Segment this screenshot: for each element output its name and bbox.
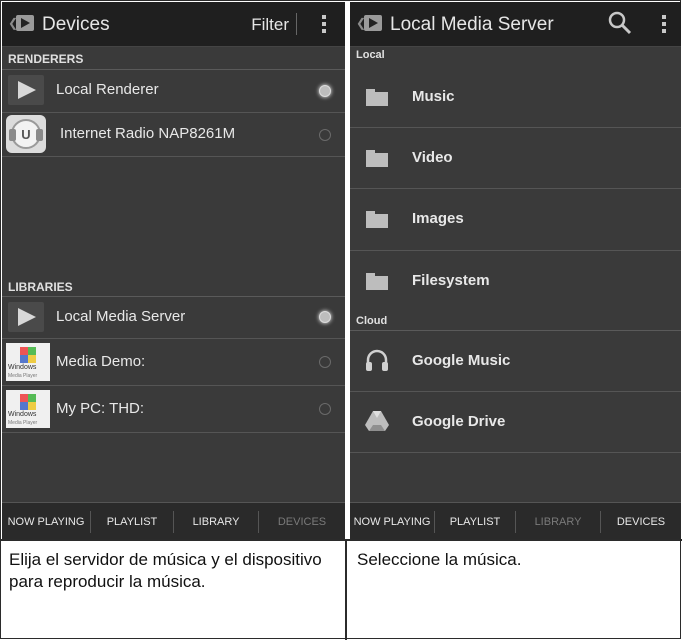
caption-divider [1,539,682,541]
headphones-icon [364,348,390,377]
devices-screen: ❮ Devices Filter RENDERERS Local Rendere… [2,2,345,540]
media-server-bottom-tab-bar: NOW PLAYING PLAYLIST LIBRARY DEVICES [350,502,681,540]
list-item-google-drive[interactable]: Google Drive [350,392,681,453]
library-row-media-demo[interactable]: Windows Media Player Media Demo: [2,339,345,386]
cloud-header: Cloud [356,315,388,327]
devices-action-bar: ❮ Devices Filter [2,2,345,47]
svg-text:U: U [21,127,30,142]
radio-button[interactable] [319,129,331,141]
library-label: My PC: THD: [56,400,145,417]
radio-button[interactable] [319,356,331,368]
library-row-my-pc[interactable]: Windows Media Player My PC: THD: [2,386,345,433]
windows-media-player-icon: Windows Media Player [6,343,50,381]
renderers-header: RENDERERS [8,52,84,66]
list-item-images[interactable]: Images [350,189,681,251]
tab-devices[interactable]: DEVICES [259,503,345,540]
list-item-music[interactable]: Music [350,67,681,128]
list-item-label: Filesystem [412,272,490,289]
windows-flag-icon [20,394,36,410]
search-icon[interactable] [607,10,633,36]
list-item-label: Google Drive [412,413,506,430]
renderer-label: Local Renderer [56,81,159,98]
tab-library[interactable]: LIBRARY [174,503,258,540]
renderer-row-internet-radio[interactable]: U Internet Radio NAP8261M [2,113,345,157]
caption-column-divider [345,539,347,640]
media-server-title: Local Media Server [390,14,554,35]
radio-button[interactable] [319,403,331,415]
play-icon [8,75,44,105]
google-drive-icon [364,410,390,437]
tab-playlist[interactable]: PLAYLIST [91,503,173,540]
list-item-label: Video [412,149,453,166]
folder-icon [366,89,388,106]
left-caption: Elija el servidor de música y el disposi… [9,550,322,591]
library-label: Media Demo: [56,353,146,370]
overflow-menu-icon[interactable] [661,14,667,36]
folder-icon [366,273,388,290]
local-media-server-screen: ❮ Local Media Server Local Music Video I… [350,2,681,540]
play-icon [8,302,44,332]
tab-playlist[interactable]: PLAYLIST [435,503,515,540]
figure-frame: ❮ Devices Filter RENDERERS Local Rendere… [0,0,682,640]
list-item-filesystem[interactable]: Filesystem [350,251,681,312]
overflow-menu-icon[interactable] [321,14,327,36]
folder-icon [366,211,388,228]
internet-radio-icon: U [6,115,46,153]
libraries-header: LIBRARIES [8,280,73,294]
radio-button-selected[interactable] [319,311,331,323]
devices-title: Devices [42,14,110,35]
list-item-label: Images [412,210,464,227]
list-item-google-music[interactable]: Google Music [350,331,681,392]
renderer-label: Internet Radio NAP8261M [60,125,236,142]
right-caption: Seleccione la música. [357,550,522,569]
list-item-video[interactable]: Video [350,128,681,189]
list-item-label: Music [412,88,455,105]
library-label: Local Media Server [56,308,186,325]
app-logo-icon[interactable] [16,15,34,31]
library-row-local-media-server[interactable]: Local Media Server [2,297,345,339]
tab-devices[interactable]: DEVICES [601,503,681,540]
folder-icon [366,150,388,167]
filter-button[interactable]: Filter [251,15,289,35]
renderer-row-local[interactable]: Local Renderer [2,70,345,113]
windows-flag-icon [20,347,36,363]
local-header: Local [356,49,385,61]
tab-library[interactable]: LIBRARY [516,503,600,540]
windows-media-player-icon: Windows Media Player [6,390,50,428]
devices-bottom-tab-bar: NOW PLAYING PLAYLIST LIBRARY DEVICES [2,502,345,540]
action-bar-separator [296,13,297,35]
app-logo-icon[interactable] [364,15,382,31]
tab-now-playing[interactable]: NOW PLAYING [2,503,90,540]
media-server-action-bar: ❮ Local Media Server [350,2,681,47]
tab-now-playing[interactable]: NOW PLAYING [350,503,434,540]
list-item-label: Google Music [412,352,511,369]
radio-button-selected[interactable] [319,85,331,97]
